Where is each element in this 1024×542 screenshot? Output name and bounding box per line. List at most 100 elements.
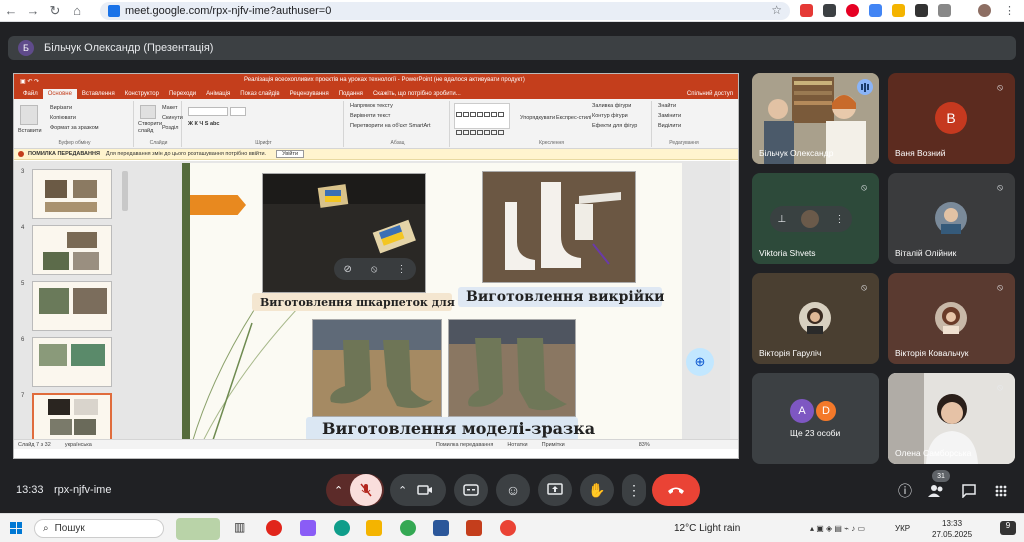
reactions-button[interactable]: ☺ [496,474,530,506]
participant-avatar: A [790,399,814,423]
mute-off-icon[interactable]: ⦸ [371,264,378,275]
bookmark-star-icon[interactable]: ☆ [771,3,782,17]
info-icon: ⓘ [898,483,912,499]
upload-error-status: Помилка передавання [435,441,494,448]
photo-model-sample-left [312,319,442,417]
chrome-icon[interactable] [400,520,416,536]
select-label: Виділити [658,123,682,129]
thumbnail-slide: 4 [18,225,128,277]
taskbar-clock[interactable]: 13:33 27.05.2025 [932,518,972,540]
forward-icon[interactable]: → [22,0,44,22]
meeting-clock: 13:33 [16,484,44,496]
more-options-button[interactable]: ⋮ [622,474,646,506]
upload-error-bar: ПОМИЛКА ПЕРЕДАВАННЯ Для передавання змін… [14,149,738,160]
zoom-in-icon[interactable]: ⊕ [686,348,714,376]
present-button[interactable] [538,474,572,506]
input-language[interactable]: УКР [895,524,910,533]
participant-avatar [935,302,967,334]
mic-off-button[interactable] [350,474,382,506]
home-icon[interactable]: ⌂ [66,0,88,22]
more-options-icon[interactable]: ⋮ [396,264,406,275]
raise-hand-button[interactable]: ✋ [580,474,614,506]
notification-count[interactable]: 9 [1000,521,1016,535]
thumbnail-image [32,281,112,331]
weather-widget[interactable]: 12°C Light rain [674,523,740,534]
quick-styles-label: Експрес-стилі [556,115,592,121]
tell-me-search: Скажіть, що потрібно зробити... [372,91,461,97]
qr-extension-icon[interactable] [915,4,928,17]
powerpoint-icon[interactable] [466,520,482,536]
tray-icons[interactable]: ▴ ▣ ◈ ▤ ⌁ ♪ ▭ [810,524,865,533]
site-info-icon[interactable] [108,5,120,17]
tile-overlay-controls[interactable]: ⊘ ⦸ ⋮ [334,258,416,280]
reload-icon[interactable]: ↻ [44,0,66,22]
edge-icon[interactable] [334,520,350,536]
participant-avatar: D [814,399,838,423]
chevron-up-icon[interactable]: ⌃ [334,484,343,497]
hand-icon: ✋ [588,481,606,498]
opera-icon[interactable] [266,520,282,536]
file-explorer-icon[interactable] [366,520,382,536]
people-button[interactable] [925,480,947,502]
camera-control[interactable]: ⌃ [390,474,446,506]
adblock-extension-icon[interactable] [800,4,813,17]
drawing-group-label: Креслення [539,140,564,146]
windows-start-icon[interactable] [10,522,22,534]
tab-slideshow: Показ слайдів [240,91,280,97]
activities-button[interactable] [990,480,1012,502]
mic-off-icon: ⦸ [997,381,1003,392]
chrome-profile-icon[interactable] [500,520,516,536]
ppt-title-bar: ▣ ↶ ↷ Реалізація всеохопливих проєктів н… [14,74,738,88]
participant-name: Ваня Возний [895,148,946,158]
address-bar[interactable]: meet.google.com/rpx-njfv-ime?authuser=0 … [100,2,790,20]
tab-review: Рецензування [289,91,329,97]
browser-menu-icon[interactable]: ⋮ [1004,4,1017,17]
participant-tile[interactable]: Більчук Олександр [752,73,879,164]
tab-transitions: Переходи [168,91,197,97]
mic-off-icon [360,483,372,497]
taskbar-search[interactable]: ⌕ Пошук [34,519,164,538]
current-slide: ⊘ ⦸ ⋮ Виготовлення шкарпеток для ЗСУ Виг… [182,163,682,445]
participant-tile[interactable]: В ⦸ Ваня Возний [888,73,1015,164]
task-view-icon[interactable]: ▥ [234,520,250,536]
chat-button[interactable] [958,480,980,502]
translate-extension-icon[interactable] [869,4,882,17]
extension-icon[interactable] [892,4,905,17]
more-options-icon[interactable]: ⋮ [834,214,844,225]
tile-hover-controls[interactable]: ⊥ ⋮ [770,206,852,232]
convert-smartart-label: Перетворити на об'єкт SmartArt [350,123,431,129]
pin-off-icon[interactable]: ⊘ [344,264,352,275]
tab-file: Файл [23,91,38,97]
participant-tile[interactable]: ⊥ ⋮ ⦸ Viktoria Shvets [752,173,879,264]
copilot-icon[interactable] [300,520,316,536]
new-slide-label: Створити слайд [138,121,163,134]
leave-call-button[interactable] [652,474,700,506]
thumbnail-image [32,393,112,443]
chevron-up-icon[interactable]: ⌃ [398,484,407,497]
participant-photo [801,210,820,228]
participant-tile[interactable]: ⦸ Олена Самборська [888,373,1015,464]
search-highlight-image[interactable] [176,518,220,540]
participant-tile[interactable]: ⦸ Вікторія Гаруліч [752,273,879,364]
slides-group-label: Слайди [149,140,168,146]
pin-icon[interactable]: ⊥ [778,214,787,225]
captions-button[interactable] [454,474,488,506]
participant-avatar: В [935,102,967,134]
mic-off-icon: ⦸ [861,281,867,292]
caption-model: Виготовлення моделі-зразка [322,419,596,438]
find-label: Знайти [658,103,677,109]
profile-avatar[interactable] [978,4,991,17]
more-participants-tile[interactable]: A D Ще 23 особи [752,373,879,464]
participant-tile[interactable]: ⦸ Вікторія Ковальчук [888,273,1015,364]
more-participants-label: Ще 23 особи [790,428,841,438]
shape-fill-label: Заливка фігури [592,103,632,109]
save-icon: ▣ ↶ ↷ [20,78,40,85]
extension-icon[interactable] [823,4,836,17]
puzzle-extensions-icon[interactable] [938,4,951,17]
back-icon[interactable]: ← [0,0,22,22]
pinterest-extension-icon[interactable] [846,4,859,17]
warning-title: ПОМИЛКА ПЕРЕДАВАННЯ [28,151,100,157]
participant-tile[interactable]: ⦸ Віталій Олійник [888,173,1015,264]
meeting-info-button[interactable]: ⓘ [894,480,916,502]
word-icon[interactable] [433,520,449,536]
